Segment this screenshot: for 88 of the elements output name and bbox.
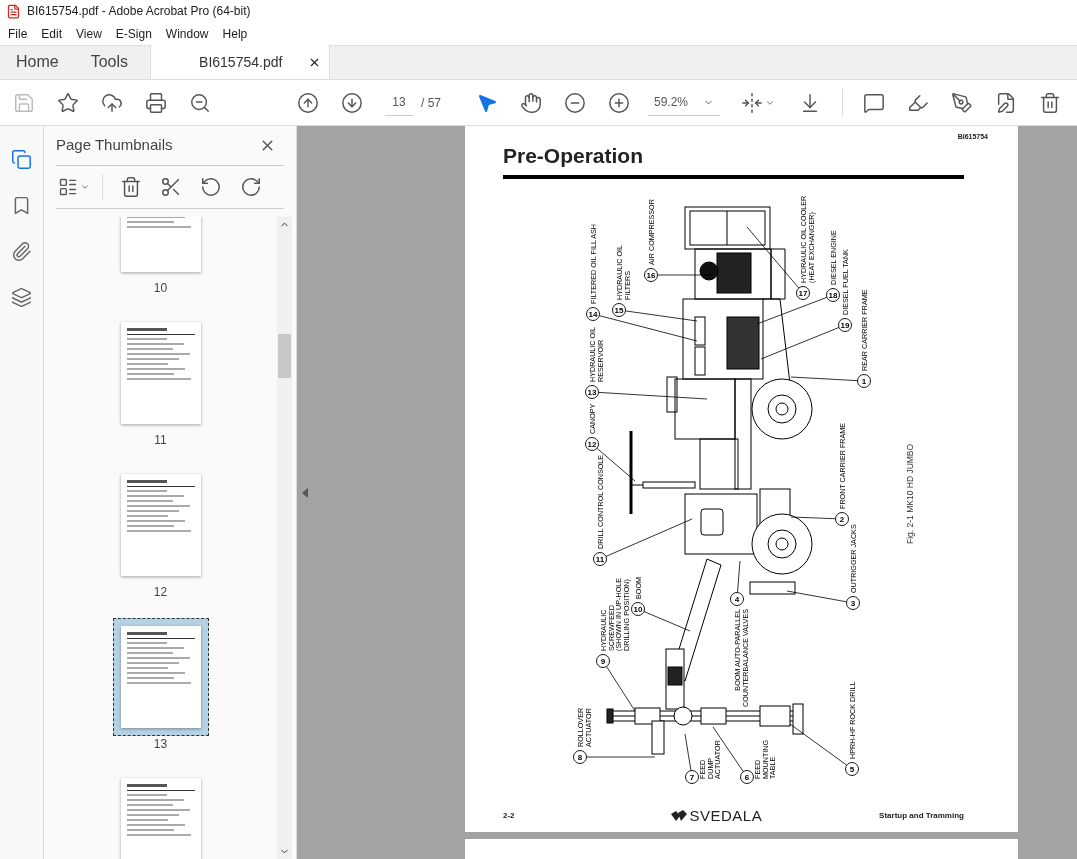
scrollbar[interactable]: [277, 217, 292, 859]
figure-caption: Fig. 2-1 MK10 HD JUMBO: [905, 443, 915, 544]
list-icon: [58, 177, 78, 197]
callout-marker: 6: [740, 769, 754, 784]
callout-marker: 5: [845, 761, 859, 776]
callout-marker: 18: [826, 287, 840, 302]
callout-marker: 15: [612, 302, 626, 317]
leader-line: [790, 376, 858, 381]
callout-marker: 13: [585, 384, 599, 399]
leader-line: [746, 226, 800, 288]
callout-marker: 14: [586, 306, 600, 321]
leader-line: [786, 590, 847, 602]
edit-icon: [995, 91, 1017, 114]
delete-page-icon: [120, 176, 142, 198]
page-number-label: 10: [153, 280, 168, 297]
rotate-right-icon: [240, 176, 262, 198]
thumbnail-item[interactable]: [112, 618, 209, 736]
zoom-out-icon: [564, 91, 586, 114]
footer-section: Startup and Tramming: [879, 809, 964, 822]
sign-icon: [951, 91, 973, 114]
attachments-icon: [11, 240, 32, 262]
menu-item[interactable]: Help: [222, 24, 248, 43]
zoom-in-icon: [608, 91, 630, 114]
star-icon: [57, 91, 79, 114]
next-page-icon: [341, 91, 363, 114]
fit-page-icon: [741, 91, 763, 114]
callout-marker: 11: [593, 551, 607, 566]
menu-item[interactable]: Edit: [41, 24, 63, 43]
pdf-file-icon: [6, 3, 21, 19]
window-title: BI615754.pdf - Adobe Acrobat Pro (64-bit): [27, 3, 251, 20]
wheel-drawing: [751, 513, 813, 574]
layers-icon: [11, 286, 32, 308]
menu-item[interactable]: File: [8, 24, 28, 43]
logo-text: SVEDALA: [689, 805, 763, 826]
outrigger-jack-drawing: [749, 581, 796, 594]
page-number-field[interactable]: 13: [385, 89, 413, 116]
thumbnail-options-button[interactable]: [58, 177, 90, 197]
callout-marker: 2: [835, 511, 849, 526]
document-tab[interactable]: BI615754.pdf: [150, 45, 331, 79]
callout-marker: 8: [573, 749, 587, 764]
upload-icon: [101, 91, 123, 114]
leader-line: [737, 560, 741, 593]
leader-line: [586, 756, 656, 757]
callout-marker: 9: [596, 653, 610, 668]
nav-tab[interactable]: Home: [0, 45, 75, 79]
leader-line: [643, 610, 691, 631]
leader-line: [756, 296, 828, 324]
page-number-label: 11: [154, 432, 167, 449]
callout-marker: 7: [685, 769, 699, 784]
rotate-left-icon: [200, 176, 222, 198]
page-total-label: / 57: [421, 94, 441, 112]
callout-marker: 16: [644, 267, 658, 282]
leader-line: [657, 274, 714, 275]
menu-item[interactable]: E-Sign: [115, 24, 152, 43]
delete-icon: [1039, 91, 1061, 114]
wheel-drawing: [751, 378, 813, 439]
split-page-icon: [160, 176, 182, 198]
previous-page-icon: [297, 91, 319, 114]
pages-icon: [11, 148, 32, 170]
save-icon: [13, 91, 35, 114]
page-number-label: 13: [153, 736, 168, 753]
menu-item[interactable]: View: [76, 24, 102, 43]
collapse-icon[interactable]: [302, 487, 308, 498]
zoom-level-dropdown[interactable]: 59.2%: [648, 89, 720, 116]
print-icon: [145, 91, 167, 114]
page-number-label: 12: [153, 584, 168, 601]
footer-page-number: 2-2: [503, 809, 515, 822]
logo-mark-icon: [671, 809, 688, 822]
leader-line: [606, 665, 636, 711]
callout-marker: 12: [585, 436, 599, 451]
leader-line: [790, 516, 836, 519]
zoom-search-icon: [189, 91, 211, 114]
nav-tab[interactable]: Tools: [74, 45, 145, 79]
callout-marker: 10: [631, 601, 645, 616]
panel-title: Page Thumbnails: [56, 135, 173, 156]
comment-icon: [863, 91, 885, 114]
caret-icon: [80, 182, 90, 192]
leader-line: [789, 723, 848, 766]
menu-item[interactable]: Window: [165, 24, 209, 43]
callout-marker: 4: [730, 591, 744, 606]
page-heading: Pre-Operation: [503, 142, 645, 169]
callout-marker: 19: [838, 317, 852, 332]
callout-marker: 17: [796, 285, 810, 300]
scrollbar-thumb[interactable]: [278, 334, 291, 378]
callout-marker: 1: [857, 373, 871, 388]
callout-marker: 3: [846, 595, 860, 610]
hand-icon: [520, 91, 542, 114]
leader-line: [684, 733, 692, 771]
